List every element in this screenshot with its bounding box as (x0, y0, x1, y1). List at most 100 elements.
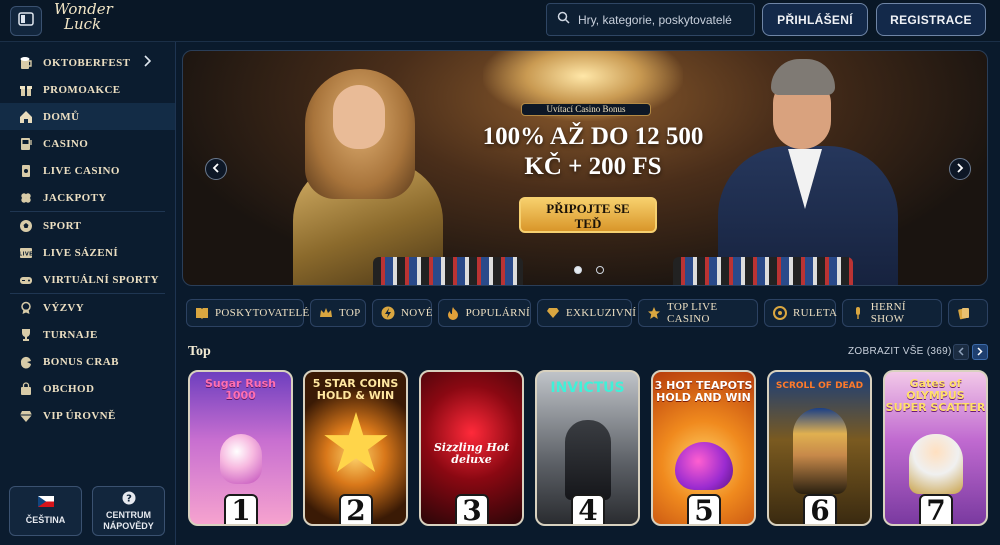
category-popularni[interactable]: POPULÁRNÍ (438, 299, 531, 327)
banner-dot-1[interactable] (574, 266, 582, 274)
cta-line-1: PŘIPOJTE SE (546, 201, 630, 216)
sidebar-item-label: VÝZVY (43, 301, 85, 314)
sidebar-item-oktoberfest[interactable]: OKTOBERFEST (0, 49, 175, 76)
diamond-icon (18, 408, 34, 424)
login-button[interactable]: PŘIHLÁŠENÍ (762, 3, 868, 36)
teapot-image (675, 442, 733, 490)
category-ruleta[interactable]: RULETA (764, 299, 837, 327)
category-nove[interactable]: NOVÉ (372, 299, 432, 327)
category-more[interactable] (948, 299, 988, 327)
sidebar-nav: OKTOBERFEST PROMOAKCE DOMŮ CASINO LIVE C… (0, 42, 175, 429)
sidebar-item-live-sazeni[interactable]: LIVE LIVE SÁZENÍ (0, 239, 175, 266)
banner-prev-button[interactable] (205, 158, 227, 180)
lightning-icon (381, 306, 395, 320)
gold-star-image (324, 412, 388, 473)
language-button[interactable]: ČEŠTINA (9, 486, 82, 536)
gladiator-statue-image (565, 420, 611, 500)
sidebar-item-obchod[interactable]: OBCHOD (0, 375, 175, 402)
sidebar-item-sport[interactable]: SPORT (0, 212, 175, 239)
gem-icon (546, 306, 560, 320)
category-exkluzivni[interactable]: EXKLUZIVNÍ (537, 299, 636, 327)
home-icon (18, 109, 34, 125)
game-title: 5 STAR COINS HOLD & WIN (312, 377, 399, 402)
czech-flag-icon (37, 496, 54, 510)
candy-egg-image (220, 434, 262, 484)
game-title: SCROLL OF DEAD (775, 381, 864, 391)
sidebar-item-label: DOMŮ (43, 110, 80, 123)
sidebar-item-label: VIRTUÁLNÍ SPORTY (43, 273, 159, 286)
sidebar-item-label: PROMOAKCE (43, 83, 121, 96)
game-title: 3 HOT TEAPOTS HOLD AND WIN (654, 379, 753, 404)
register-button[interactable]: REGISTRACE (876, 3, 986, 36)
rank-badge: 1 (224, 494, 258, 524)
sidebar-item-virtualni-sporty[interactable]: VIRTUÁLNÍ SPORTY (0, 266, 175, 293)
sidebar-toggle-button[interactable] (10, 6, 42, 36)
category-top-live-casino[interactable]: TOP LIVE CASINO (638, 299, 758, 327)
sidebar-item-vip-urovne[interactable]: VIP ÚROVNĚ (0, 402, 175, 429)
game-card-gates-of-olympus[interactable]: Gates of OLYMPUS SUPER SCATTER 7 (883, 370, 988, 526)
live-icon: LIVE (18, 245, 34, 261)
slot-machine-icon (18, 136, 34, 152)
flame-icon (447, 306, 460, 320)
category-poskytovatele[interactable]: POSKYTOVATELÉ (186, 299, 309, 327)
crown-icon (319, 306, 333, 320)
soccer-ball-icon (18, 218, 34, 234)
game-card-5-star-coins[interactable]: 5 STAR COINS HOLD & WIN 2 (303, 370, 408, 526)
help-label-line-2: NÁPOVĚDY (103, 520, 154, 531)
game-card-3-hot-teapots[interactable]: 3 HOT TEAPOTS HOLD AND WIN 5 (651, 370, 756, 526)
casino-chips-left (373, 257, 523, 285)
beer-mug-icon (18, 55, 34, 71)
promo-headline-2: KČ + 200 FS (524, 153, 662, 180)
sidebar-item-jackpoty[interactable]: JACKPOTY (0, 184, 175, 211)
category-label: NOVÉ (401, 307, 433, 319)
sidebar-item-casino[interactable]: CASINO (0, 130, 175, 157)
crab-claw-icon (18, 354, 34, 370)
site-logo[interactable]: Wonder Luck (54, 2, 124, 38)
sidebar-item-label: CASINO (43, 137, 89, 150)
sidebar-item-vyzvy[interactable]: VÝZVY (0, 294, 175, 321)
cards-icon (18, 163, 34, 179)
chevron-left-icon (212, 160, 220, 178)
search-input[interactable] (578, 12, 748, 27)
help-center-button[interactable]: ? CENTRUM NÁPOVĚDY (92, 486, 165, 536)
chevron-right-icon[interactable] (143, 55, 152, 70)
sidebar-item-promoakce[interactable]: PROMOAKCE (0, 76, 175, 103)
search-box[interactable] (546, 3, 755, 36)
see-all-link[interactable]: ZOBRAZIT VŠE (369) (848, 346, 952, 357)
microphone-icon (851, 306, 865, 320)
category-label: POPULÁRNÍ (465, 307, 530, 319)
banner-pagination (574, 266, 604, 274)
sidebar: OKTOBERFEST PROMOAKCE DOMŮ CASINO LIVE C… (0, 42, 176, 545)
category-bar: POSKYTOVATELÉ TOP NOVÉ POPULÁRNÍ EXKLUZI… (186, 299, 1000, 327)
trophy-icon (18, 327, 34, 343)
help-label-line-1: CENTRUM (106, 509, 151, 520)
banner-next-button[interactable] (949, 158, 971, 180)
join-now-button[interactable]: PŘIPOJTE SE TEĎ (519, 197, 657, 233)
sidebar-item-turnaje[interactable]: TURNAJE (0, 321, 175, 348)
game-card-invictus[interactable]: INVICTUS 4 (535, 370, 640, 526)
sidebar-item-bonus-crab[interactable]: BONUS CRAB (0, 348, 175, 375)
category-label: HERNÍ SHOW (870, 301, 906, 325)
game-title: INVICTUS (550, 380, 625, 396)
banner-woman-face (333, 85, 385, 149)
category-top[interactable]: TOP (310, 299, 366, 327)
game-card-scroll-of-dead[interactable]: SCROLL OF DEAD 6 (767, 370, 872, 526)
cta-line-2: TEĎ (574, 216, 602, 231)
sidebar-item-label: SPORT (43, 219, 82, 232)
section-title: Top (188, 344, 211, 359)
sidebar-item-live-casino[interactable]: LIVE CASINO (0, 157, 175, 184)
chevron-right-icon (977, 343, 983, 361)
sidebar-item-domu[interactable]: DOMŮ (0, 103, 175, 130)
game-card-sugar-rush[interactable]: Sugar Rush 1000 1 (188, 370, 293, 526)
gamepad-icon (18, 272, 34, 288)
games-next-button[interactable] (972, 344, 988, 360)
game-card-sizzling-hot[interactable]: Sizzling Hot deluxe 3 (419, 370, 524, 526)
category-label: TOP LIVE CASINO (667, 301, 718, 325)
category-herni-show[interactable]: HERNÍ SHOW (842, 299, 942, 327)
games-prev-button[interactable] (953, 344, 969, 360)
category-label: POSKYTOVATELÉ (215, 307, 310, 319)
promo-banner[interactable]: Uvítací Casino Bonus 100% AŽ DO 12 500 K… (182, 50, 988, 286)
promo-headline-1: 100% AŽ DO 12 500 (482, 123, 704, 150)
book-icon (195, 306, 209, 320)
banner-dot-2[interactable] (596, 266, 604, 274)
